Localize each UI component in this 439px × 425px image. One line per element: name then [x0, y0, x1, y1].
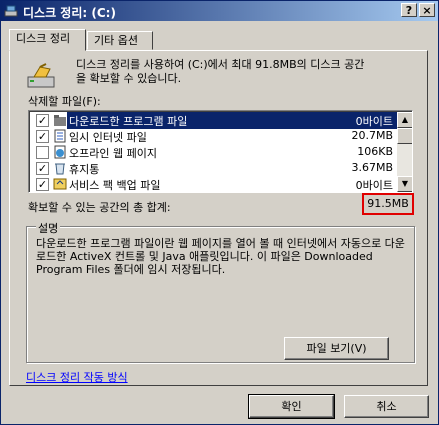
view-files-button[interactable]: 파일 보기(V) — [284, 337, 389, 360]
file-size: 3.67MB — [351, 161, 393, 174]
file-name: 휴지통 — [69, 163, 100, 176]
ok-button[interactable]: 확인 — [248, 394, 335, 419]
file-checkbox[interactable]: ✓ — [36, 178, 49, 191]
tab-more-options[interactable]: 기타 옵션 — [87, 31, 153, 50]
scroll-up-button[interactable]: ▲ — [397, 112, 412, 128]
file-size: 20.7MB — [351, 129, 393, 142]
files-to-delete-label: 삭제할 파일(F): — [28, 95, 101, 108]
file-checkbox[interactable]: ✓ — [36, 162, 49, 175]
file-name: 다운로드한 프로그램 파일 — [69, 115, 188, 128]
file-size: 0바이트 — [355, 179, 393, 192]
cancel-button[interactable]: 취소 — [344, 395, 429, 418]
how-disk-cleanup-works-link[interactable]: 디스크 정리 작동 방식 — [26, 369, 128, 385]
file-row[interactable]: 오프라인 웹 페이지 106KB — [31, 144, 397, 161]
window-title: 디스크 정리: (C:) — [23, 6, 116, 20]
file-row[interactable]: ✓ 서비스 팩 백업 파일 0바이트 — [31, 176, 397, 192]
file-checkbox[interactable] — [36, 146, 49, 159]
close-title-button[interactable]: × — [419, 3, 435, 17]
file-checkbox[interactable]: ✓ — [36, 130, 49, 143]
disk-cleanup-window: 디스크 정리: (C:) ? × 디스크 정리 기타 옵션 디스크 정리를 사용… — [0, 0, 439, 425]
file-row[interactable]: ✓ 다운로드한 프로그램 파일 0바이트 — [31, 112, 397, 129]
file-size: 0바이트 — [355, 115, 393, 128]
recycle-bin-icon — [53, 161, 67, 175]
description-text: 다운로드한 프로그램 파일이란 웹 페이지를 열어 볼 때 인터넷에서 자동으로… — [36, 237, 405, 276]
description-legend: 설명 — [36, 220, 61, 236]
file-row[interactable]: ✓ 휴지통 3.67MB — [31, 160, 397, 177]
cleanup-drive-icon — [27, 63, 55, 88]
tab-disk-cleanup-label: 디스크 정리 — [16, 32, 71, 45]
file-size: 106KB — [357, 145, 393, 158]
total-space-label: 확보할 수 있는 공간의 총 합계: — [28, 201, 171, 214]
folder-icon — [53, 113, 67, 127]
disk-cleanup-icon — [4, 5, 18, 17]
file-row[interactable]: ✓ 임시 인터넷 파일 20.7MB — [31, 128, 397, 145]
total-space-value: 91.5MB — [362, 193, 414, 215]
files-list-scrollbar[interactable]: ▲ ▼ — [397, 112, 412, 192]
document-icon — [53, 129, 67, 143]
offline-page-icon — [53, 145, 67, 159]
help-title-button[interactable]: ? — [401, 3, 417, 17]
backup-icon — [53, 177, 67, 191]
tab-more-options-label: 기타 옵션 — [94, 34, 138, 47]
scroll-thumb[interactable] — [397, 128, 412, 144]
file-name: 오프라인 웹 페이지 — [69, 147, 157, 160]
files-list[interactable]: ✓ 다운로드한 프로그램 파일 0바이트 ✓ 임시 인터넷 파일 20.7MB 오프라인 웹… — [28, 110, 413, 193]
scroll-down-button[interactable]: ▼ — [397, 176, 412, 192]
file-name: 임시 인터넷 파일 — [69, 131, 147, 144]
tab-disk-cleanup[interactable]: 디스크 정리 — [9, 29, 86, 51]
intro-line-2: 을 확보할 수 있습니다. — [76, 72, 182, 85]
file-checkbox[interactable]: ✓ — [36, 114, 49, 127]
file-name: 서비스 팩 백업 파일 — [69, 179, 161, 192]
title-bar[interactable]: 디스크 정리: (C:) ? × — [1, 1, 438, 21]
